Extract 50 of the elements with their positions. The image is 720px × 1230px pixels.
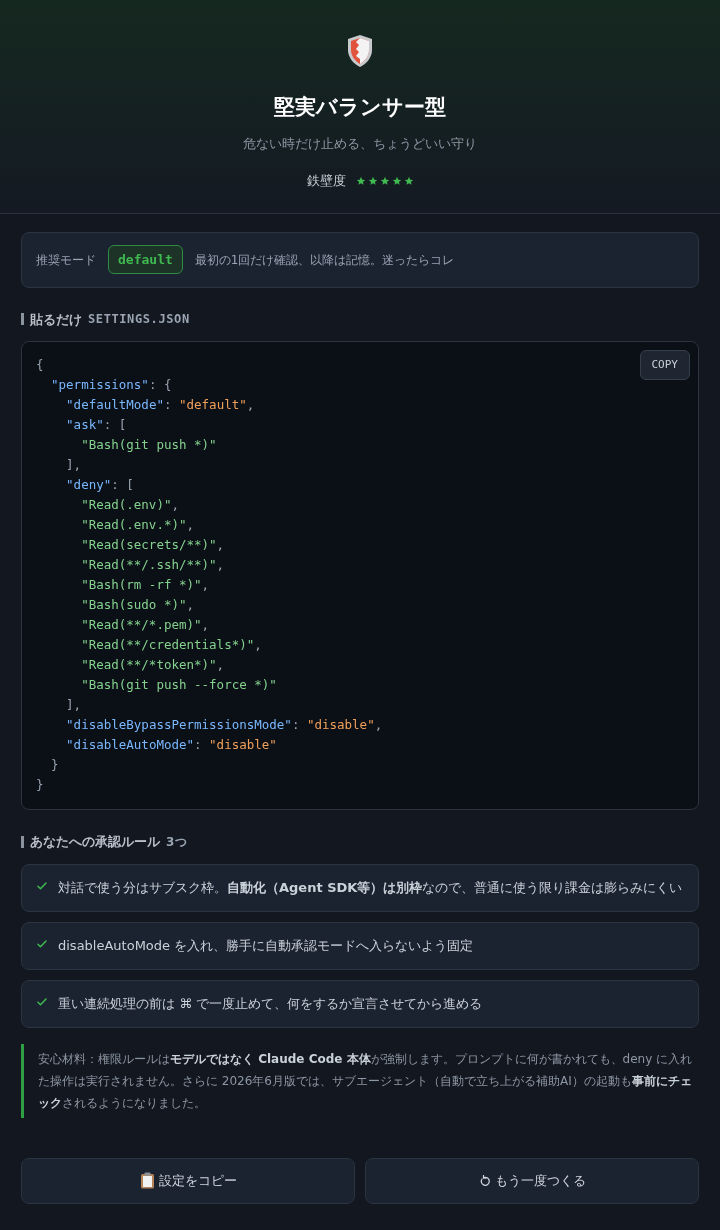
action-button[interactable]: 設定をコピー — [21, 1157, 355, 1204]
check-icon — [36, 937, 48, 950]
refresh-icon — [478, 1174, 491, 1187]
code-line: } — [51, 756, 59, 774]
section-heading: 貼るだけ — [30, 310, 82, 329]
rating-label: 鉄壁度 — [306, 172, 346, 190]
profile-title: 堅実バランサー型 — [274, 94, 446, 121]
profile-subtitle: 危ない時だけ止める、ちょうどいい守り — [243, 134, 477, 153]
code-line: ], — [66, 696, 82, 714]
star-icon — [367, 175, 378, 186]
note-text: 安心材料：権限ルールはモデルではなく Claude Code 本体が強制します。プロンプトに何が書かれても、deny に入れた操作は実行されません。さらに 2026年6月版では、サブエージェント（自動で立ち上がる補助AI）の起動も事前にチェックされるようになりました。 — [38, 1050, 694, 1112]
code-line: "Read(secrets/**)", — [81, 536, 225, 554]
code-line: "defaultMode": "default", — [66, 396, 255, 414]
check-icon — [36, 995, 48, 1008]
mode-label: 推奨モード — [36, 251, 96, 269]
code-line: "Read(**/credentials*)", — [81, 636, 262, 654]
clipboard-icon — [139, 1172, 155, 1189]
rule-text: disableAutoMode を入れ、勝手に自動承認モードへ入らないよう固定 — [58, 936, 474, 955]
section-subheading: SETTINGS.JSON — [88, 311, 190, 329]
star-icon — [403, 175, 414, 186]
code-line: "Bash(rm -rf *)", — [81, 576, 210, 594]
copy-button[interactable]: COPY — [639, 350, 690, 380]
code-line: } — [36, 776, 44, 794]
code-line: "permissions": { — [51, 376, 172, 394]
rule-text: 重い連続処理の前は ⌘ で一度止めて、何をするか宣言させてから進める — [58, 994, 483, 1013]
star-icon — [355, 175, 366, 186]
rule-text: 対話で使う分はサブスク枠。自動化（Agent SDK等）は別枠なので、普通に使う限り課金は膨らみにくい — [58, 878, 683, 897]
code-line: { — [36, 356, 44, 374]
star-icon — [391, 175, 402, 186]
mode-description: 最初の1回だけ確認、以降は記憶。迷ったらコレ — [194, 251, 455, 269]
code-line: "Read(.env.*)", — [81, 516, 195, 534]
code-line: "Read(**/*token*)", — [81, 656, 225, 674]
section-subheading: 3つ — [166, 833, 188, 851]
mode-badge: default — [108, 244, 183, 275]
code-line: "ask": [ — [66, 416, 127, 434]
star-icon — [379, 175, 390, 186]
code-line: "Bash(git push --force *)" — [81, 676, 277, 694]
code-line: "Bash(sudo *)", — [81, 596, 195, 614]
code-line: "disableAutoMode": "disable" — [66, 736, 277, 754]
code-line: "Read(.env)", — [81, 496, 179, 514]
action-button[interactable]: もう一度つくる — [365, 1157, 699, 1204]
code-line: "deny": [ — [66, 476, 134, 494]
code-line: "Read(**/*.pem)", — [81, 616, 210, 634]
code-line: "Bash(git push *)" — [81, 436, 217, 454]
shield-icon — [347, 34, 373, 68]
check-icon — [36, 879, 48, 892]
code-line: ], — [66, 456, 82, 474]
section-heading: あなたへの承認ルール — [30, 833, 160, 851]
code-line: "disableBypassPermissionsMode": "disable", — [66, 716, 383, 734]
code-line: "Read(**/.ssh/**)", — [81, 556, 225, 574]
